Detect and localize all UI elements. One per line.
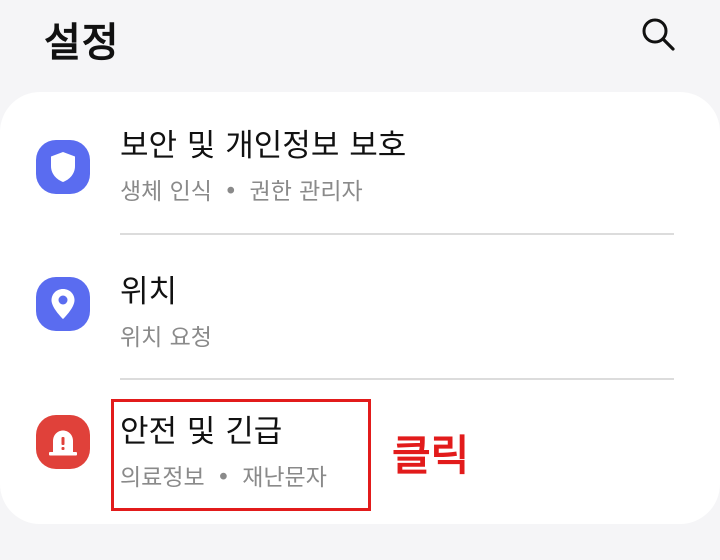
settings-item-security-privacy[interactable]: 보안 및 개인정보 보호 생체 인식 • 권한 관리자 xyxy=(0,92,720,236)
header: 설정 xyxy=(0,0,720,80)
item-title: 위치 xyxy=(120,274,178,310)
item-title: 보안 및 개인정보 보호 xyxy=(120,128,407,164)
location-pin-icon xyxy=(36,277,90,331)
page-title: 설정 xyxy=(44,20,120,66)
search-icon xyxy=(642,18,675,51)
emergency-siren-icon xyxy=(36,415,90,469)
item-subtitle: 위치 요청 xyxy=(120,325,212,351)
search-button[interactable] xyxy=(636,12,680,56)
divider xyxy=(120,233,674,235)
settings-screen: 설정 보안 및 개인정보 보호 생체 인식 • 권한 관리자 위치 위치 요청 … xyxy=(0,0,720,560)
item-subtitle: 생체 인식 • 권한 관리자 xyxy=(120,179,363,205)
settings-item-location[interactable]: 위치 위치 요청 xyxy=(0,236,720,380)
shield-icon xyxy=(36,140,90,194)
click-annotation: 클릭 xyxy=(392,431,470,480)
highlight-box xyxy=(111,399,371,511)
